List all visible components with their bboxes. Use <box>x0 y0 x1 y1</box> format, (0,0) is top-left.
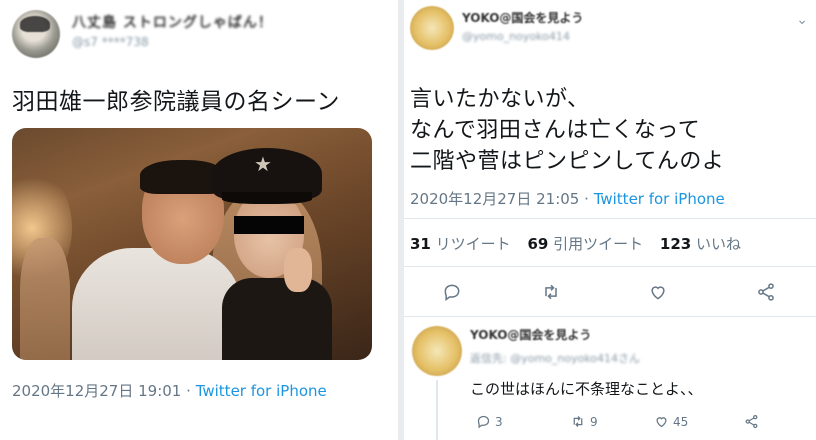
avatar[interactable] <box>12 10 60 58</box>
quotes-label: 引用ツイート <box>553 235 644 253</box>
retweet-count: 9 <box>590 414 598 429</box>
reply-author-name[interactable]: YOKO@国会を見よう <box>470 326 591 343</box>
reply-icon <box>444 284 460 301</box>
chevron-down-icon[interactable]: ⌄ <box>796 12 808 28</box>
reply-icon <box>477 415 490 429</box>
heart-icon <box>656 417 667 428</box>
timestamp-text[interactable]: 2020年12月27日 19:01 <box>12 382 181 400</box>
retweets-label: リツイート <box>435 235 511 253</box>
quotes-count: 69 <box>527 235 549 253</box>
likes-label: いいね <box>696 235 742 253</box>
like-count: 45 <box>673 414 689 429</box>
tweet-text-line: 二階や菅はピンピンしてんのよ <box>410 149 725 174</box>
retweet-icon <box>545 284 557 300</box>
tweet-timestamp[interactable]: 2020年12月27日 19:01 · Twitter for iPhone <box>12 380 327 401</box>
tweet-timestamp[interactable]: 2020年12月27日 21:05 · Twitter for iPhone <box>410 188 725 209</box>
tweet-text: 言いたかないが、 なんで羽田さんは亡くなって 二階や菅はピンピンしてんのよ <box>410 84 724 177</box>
reply-like-button[interactable]: 45 <box>654 414 688 429</box>
reply-reply-button[interactable]: 3 <box>476 414 503 429</box>
tweet-stats: 31 リツイート 69 引用ツイート 123 いいね <box>410 233 741 254</box>
share-button[interactable] <box>756 282 776 302</box>
retweet-icon <box>573 416 583 427</box>
tweet-actions <box>404 282 816 302</box>
star-icon: ★ <box>254 152 272 176</box>
reply-actions: 3 9 45 <box>404 414 816 434</box>
timestamp-text[interactable]: 2020年12月27日 21:05 <box>410 190 579 208</box>
reply-retweet-button[interactable]: 9 <box>570 414 598 429</box>
photo-woman-body <box>222 278 332 360</box>
like-button[interactable] <box>648 282 668 302</box>
timestamp-separator: · <box>186 382 191 400</box>
retweets-stat[interactable]: 31 リツイート <box>410 235 511 253</box>
source-link[interactable]: Twitter for iPhone <box>594 190 725 208</box>
reply-to-label: 返信先: @yomo_noyoko414さん <box>470 352 641 365</box>
likes-stat[interactable]: 123 いいね <box>660 235 741 253</box>
retweet-button[interactable] <box>540 282 562 302</box>
reply-button[interactable] <box>442 282 462 302</box>
avatar[interactable] <box>410 6 454 50</box>
share-icon <box>745 414 758 429</box>
quotes-stat[interactable]: 69 引用ツイート <box>527 235 643 253</box>
divider <box>404 218 816 219</box>
tweet-text-line: 言いたかないが、 <box>410 87 590 112</box>
retweets-count: 31 <box>410 235 431 253</box>
photo-man-body <box>72 248 242 360</box>
heart-icon <box>651 286 665 300</box>
left-tweet: 八丈島 ストロングしゃばん！ @s7 ****738 羽田雄一郎参院議員の名シー… <box>0 0 398 440</box>
photo-cap-visor <box>222 192 312 204</box>
reply-text: この世はほんに不条理なことよ、、 <box>470 380 703 398</box>
author-name[interactable]: YOKO@国会を見よう <box>462 9 583 26</box>
tweet-text: 羽田雄一郎参院議員の名シーン <box>12 89 340 115</box>
author-handle[interactable]: @yomo_noyoko414 <box>462 30 570 43</box>
source-link[interactable]: Twitter for iPhone <box>196 382 327 400</box>
share-icon <box>758 283 774 301</box>
author-name[interactable]: 八丈島 ストロングしゃばん！ <box>72 12 273 32</box>
reply-share-button[interactable] <box>744 414 759 429</box>
photo-background-figure <box>20 238 70 360</box>
right-tweet: YOKO@国会を見よう @yomo_noyoko414 ⌄ 言いたかないが、 な… <box>404 0 816 440</box>
timestamp-separator: · <box>584 190 589 208</box>
censor-bar <box>234 216 304 234</box>
reply-avatar[interactable] <box>412 326 462 376</box>
likes-count: 123 <box>659 235 692 253</box>
tweet-photo[interactable]: ★ <box>12 128 372 360</box>
author-handle[interactable]: @s7 ****738 <box>72 35 149 49</box>
tweet-text-line: なんで羽田さんは亡くなって <box>410 118 701 143</box>
divider <box>404 266 816 267</box>
reply-count: 3 <box>495 414 503 429</box>
photo-hand <box>284 248 312 292</box>
divider <box>404 316 816 317</box>
